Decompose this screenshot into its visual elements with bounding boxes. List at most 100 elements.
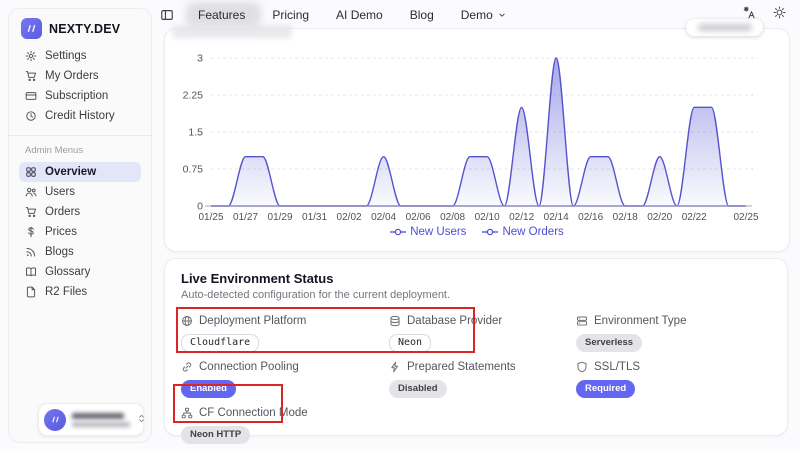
sidebar-item-label: Orders: [45, 206, 80, 218]
svg-text:02/02: 02/02: [337, 212, 362, 223]
sidebar-item-orders[interactable]: Orders: [19, 202, 141, 222]
sidebar-item-label: Overview: [45, 166, 96, 178]
redacted-smudge: [172, 25, 292, 38]
logo-text: NEXTY.DEV: [49, 22, 120, 36]
legend-marker-icon: [482, 227, 498, 237]
nav-item-label: Demo: [461, 8, 493, 22]
status-item-label: SSL/TLS: [576, 360, 771, 374]
svg-text:02/08: 02/08: [440, 212, 465, 223]
sidebar-item-r2-files[interactable]: R2 Files: [19, 282, 141, 302]
live-environment-status-card: Live Environment Status Auto-detected co…: [164, 258, 788, 436]
nav-items: Features Pricing AI Demo Blog Demo: [198, 8, 507, 22]
sidebar-item-users[interactable]: Users: [19, 182, 141, 202]
status-badge: Neon HTTP: [181, 426, 250, 444]
network-icon: [181, 407, 193, 419]
sidebar-item-label: My Orders: [45, 70, 99, 82]
svg-text:01/25: 01/25: [198, 212, 223, 223]
shopping-cart-icon: [25, 206, 37, 218]
sidebar-item-label: Subscription: [45, 90, 108, 102]
sidebar-item-settings[interactable]: Settings: [19, 46, 141, 66]
svg-text:0.75: 0.75: [183, 164, 204, 176]
svg-text:02/12: 02/12: [509, 212, 534, 223]
link-icon: [181, 361, 193, 373]
users-orders-chart-card: 00.751.52.25301/2501/2701/2901/3102/0202…: [164, 28, 790, 252]
svg-text:2.25: 2.25: [183, 90, 204, 102]
nav-item-ai-demo[interactable]: AI Demo: [336, 8, 383, 22]
status-badge: Disabled: [389, 380, 447, 398]
legend-item-new-orders[interactable]: New Orders: [482, 226, 563, 238]
sidebar-item-label: Prices: [45, 226, 77, 238]
status-item-label: Database Provider: [389, 314, 576, 328]
sidebar-item-label: Blogs: [45, 246, 74, 258]
nav-item-label: Pricing: [272, 8, 309, 22]
svg-text:02/16: 02/16: [578, 212, 603, 223]
status-item-label: Connection Pooling: [181, 360, 389, 374]
sidebar-toggle-button[interactable]: [160, 8, 174, 22]
sidebar-admin-menu: Overview Users Orders Prices Blogs Glossary R2…: [19, 162, 141, 302]
sidebar-item-subscription[interactable]: Subscription: [19, 86, 141, 106]
status-badge: Serverless: [576, 334, 642, 352]
rss-icon: [25, 246, 37, 258]
legend-marker-icon: [390, 227, 406, 237]
panel-left-icon: [160, 8, 174, 22]
sidebar-item-overview[interactable]: Overview: [19, 162, 141, 182]
nav-item-pricing[interactable]: Pricing: [272, 8, 309, 22]
nav-item-label: AI Demo: [336, 8, 383, 22]
sidebar-item-blogs[interactable]: Blogs: [19, 242, 141, 262]
zap-icon: [389, 361, 401, 373]
sidebar-item-glossary[interactable]: Glossary: [19, 262, 141, 282]
svg-text:02/25: 02/25: [733, 212, 758, 223]
nav-item-demo[interactable]: Demo: [461, 8, 507, 22]
status-card-title: Live Environment Status: [181, 271, 771, 286]
svg-text:02/20: 02/20: [647, 212, 672, 223]
gear-icon: [25, 50, 37, 62]
status-item-ssl-tls: SSL/TLS Required: [576, 360, 771, 398]
chevrons-up-down-icon: [136, 413, 147, 424]
user-menu-button[interactable]: [38, 403, 144, 436]
svg-text:02/18: 02/18: [613, 212, 638, 223]
status-item-label: CF Connection Mode: [181, 406, 389, 420]
svg-text:02/06: 02/06: [406, 212, 431, 223]
database-icon: [389, 315, 401, 327]
svg-text:1.5: 1.5: [188, 127, 203, 139]
svg-text:01/29: 01/29: [268, 212, 293, 223]
svg-text:01/27: 01/27: [233, 212, 258, 223]
sidebar: NEXTY.DEV Settings My Orders Subscription C…: [8, 8, 152, 443]
status-item-connection-pooling: Connection Pooling Enabled: [181, 360, 389, 398]
history-icon: [25, 110, 37, 122]
status-item-database-provider: Database Provider Neon: [389, 314, 576, 352]
server-icon: [576, 315, 588, 327]
sidebar-item-label: R2 Files: [45, 286, 87, 298]
dollar-icon: [25, 226, 37, 238]
sidebar-section-label: Admin Menus: [19, 143, 141, 162]
layout-grid-icon: [25, 166, 37, 178]
status-badge: Required: [576, 380, 635, 398]
status-item-label: Environment Type: [576, 314, 771, 328]
svg-text:02/10: 02/10: [475, 212, 500, 223]
chevron-down-icon: [497, 10, 507, 20]
file-icon: [25, 286, 37, 298]
status-badge: Enabled: [181, 380, 236, 398]
user-name-redacted: [72, 413, 130, 427]
sidebar-item-label: Settings: [45, 50, 87, 62]
nav-item-blog[interactable]: Blog: [410, 8, 434, 22]
nav-item-label: Blog: [410, 8, 434, 22]
logo-icon: [21, 18, 42, 39]
legend-item-new-users[interactable]: New Users: [390, 226, 466, 238]
globe-icon: [181, 315, 193, 327]
svg-text:01/31: 01/31: [302, 212, 327, 223]
status-badge: Neon: [389, 334, 431, 352]
status-item-deployment-platform: Deployment Platform Cloudflare: [181, 314, 389, 352]
sidebar-item-prices[interactable]: Prices: [19, 222, 141, 242]
sidebar-item-credit-history[interactable]: Credit History: [19, 106, 141, 126]
avatar: [44, 409, 66, 431]
logo[interactable]: NEXTY.DEV: [19, 15, 141, 46]
book-open-icon: [25, 266, 37, 278]
sidebar-item-my-orders[interactable]: My Orders: [19, 66, 141, 86]
svg-text:02/22: 02/22: [682, 212, 707, 223]
redacted-pill-button[interactable]: [686, 19, 763, 36]
status-item-environment-type: Environment Type Serverless: [576, 314, 771, 352]
nav-item-features[interactable]: Features: [198, 8, 245, 22]
sidebar-divider: [9, 135, 151, 136]
status-grid: Deployment Platform CloudflareDatabase P…: [181, 314, 771, 444]
